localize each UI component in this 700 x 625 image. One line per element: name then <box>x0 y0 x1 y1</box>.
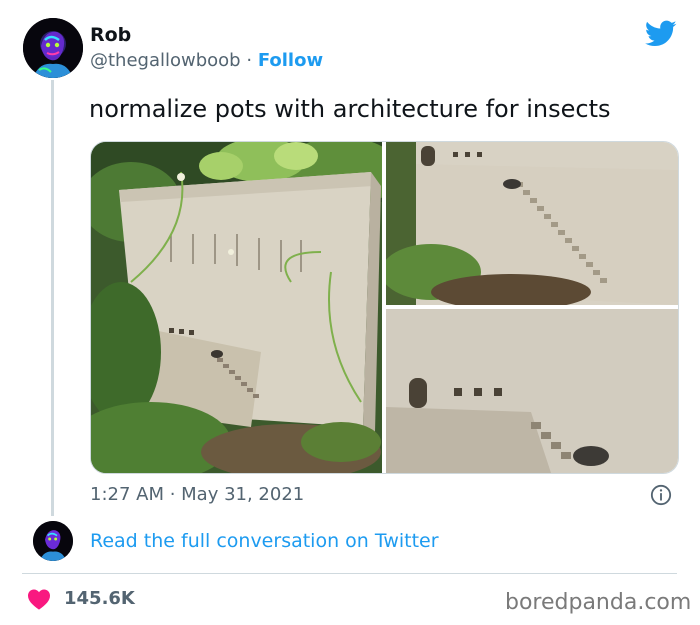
pot-photo-left[interactable] <box>91 142 401 473</box>
twitter-bird-icon[interactable] <box>645 20 677 48</box>
tweet-timestamp[interactable]: 1:27 AM · May 31, 2021 <box>90 484 304 505</box>
tweet-text: normalize pots with architecture for ins… <box>89 95 611 123</box>
info-icon[interactable] <box>650 484 672 506</box>
pot-photo-right-top[interactable] <box>381 142 678 310</box>
pot-photo-right-bottom[interactable] <box>386 309 678 473</box>
follow-button[interactable]: Follow <box>258 50 323 71</box>
tweet-media[interactable] <box>90 141 679 474</box>
divider <box>22 573 677 574</box>
author-name[interactable]: Rob <box>90 24 131 46</box>
author-handle[interactable]: @thegallowboob <box>90 50 241 71</box>
handle-row: @thegallowboob · Follow <box>90 50 323 71</box>
separator-dot: · <box>246 50 253 71</box>
thread-connector-line <box>51 80 54 516</box>
read-full-conversation-link[interactable]: Read the full conversation on Twitter <box>90 530 439 552</box>
author-avatar-small[interactable] <box>33 521 73 561</box>
like-count[interactable]: 145.6K <box>64 588 135 609</box>
author-avatar[interactable] <box>23 18 83 78</box>
watermark: boredpanda.com <box>505 590 692 615</box>
heart-icon[interactable] <box>27 588 51 610</box>
